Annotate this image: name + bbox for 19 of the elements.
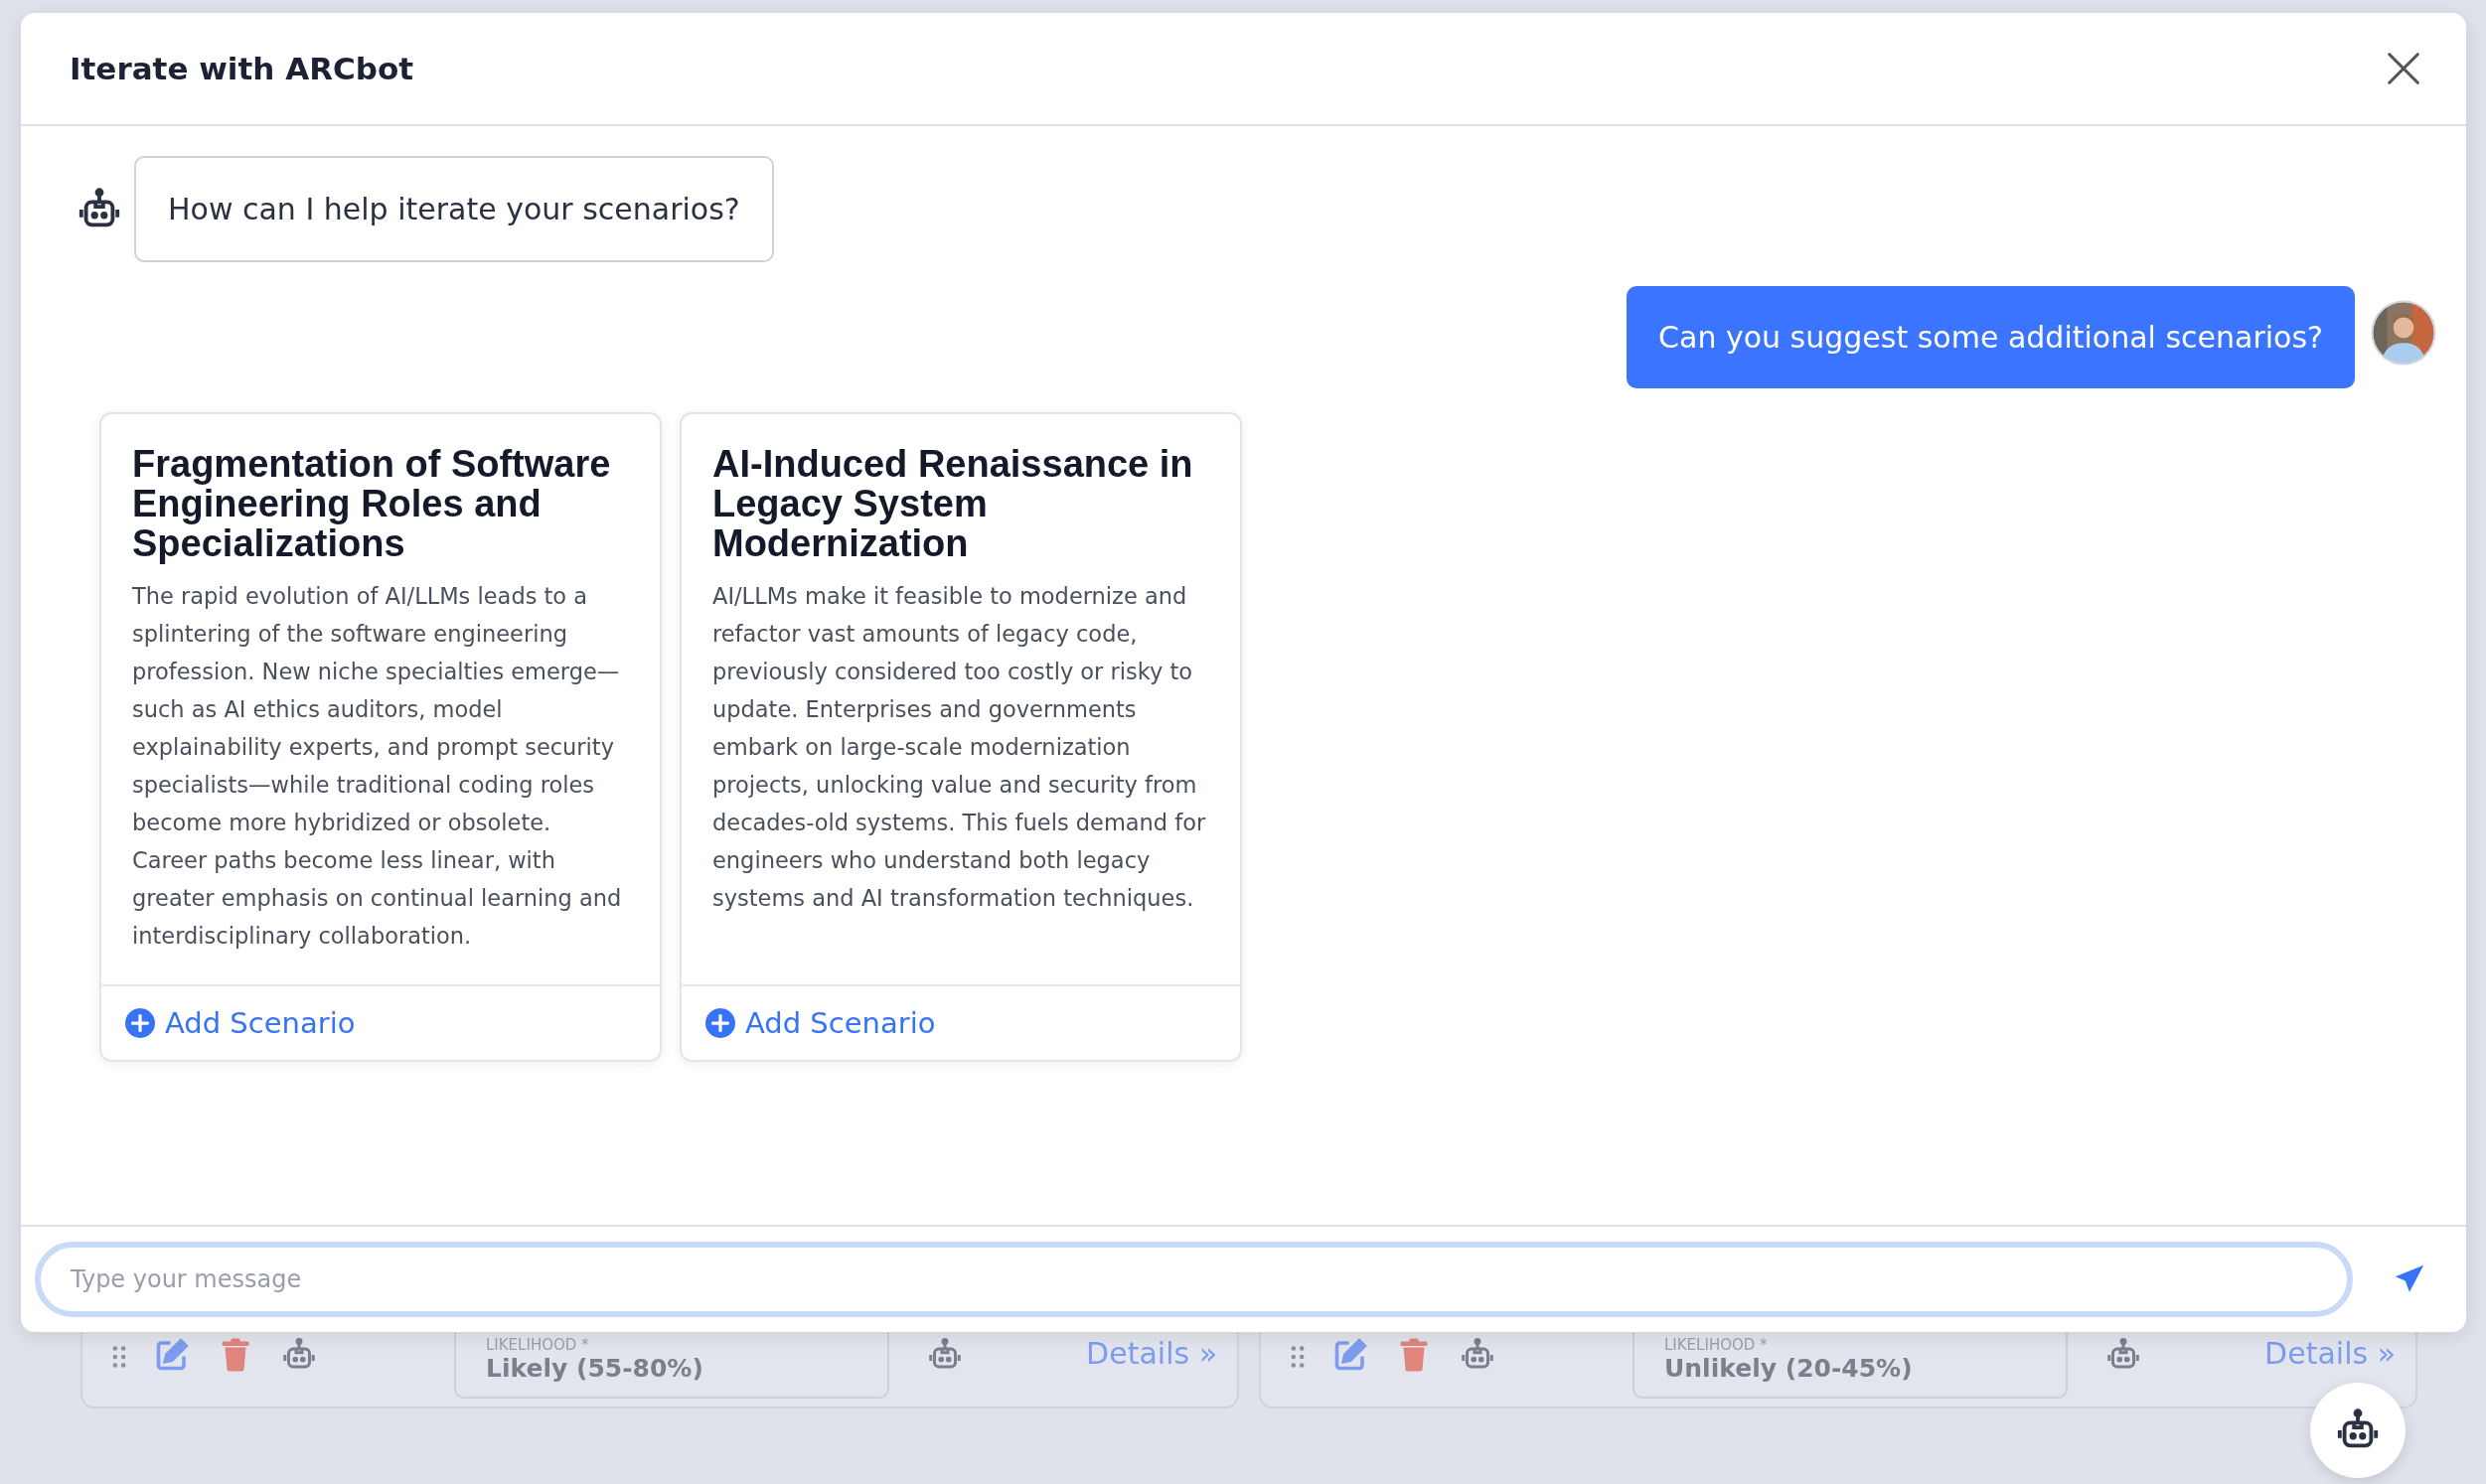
plus-icon [705, 1008, 735, 1038]
bot-message: How can I help iterate your scenarios? [134, 156, 774, 262]
drag-handle-icon[interactable] [1291, 1345, 1305, 1369]
scenario-title: Fragmentation of Software Engineering Roles and Specializations [132, 444, 612, 563]
add-scenario-button[interactable]: Add Scenario [125, 1006, 356, 1040]
user-message: Can you suggest some additional scenarios? [1627, 286, 2355, 388]
close-icon[interactable] [2385, 50, 2422, 87]
message-input[interactable]: Type your message [35, 1242, 2353, 1317]
scenario-description: AI/LLMs make it feasible to modernize and refactor vast amounts of legacy code, previously considered too costly or risky to update. Enterprises and governments embark on large-scale modernization projects, unlocking value and security from decades-old systems. This fuels demand for engineers who understand both legacy systems and AI transformation techniques. [712, 582, 1207, 913]
scenario-title: AI-Induced Renaissance in Legacy System Modernization [712, 444, 1194, 563]
details-link[interactable]: Details » [2264, 1336, 2396, 1371]
plus-icon [125, 1008, 155, 1038]
drag-handle-icon[interactable] [112, 1345, 126, 1369]
details-link[interactable]: Details » [1086, 1336, 1217, 1371]
scenario-description: The rapid evolution of AI/LLMs leads to a splintering of the software engineering profession. New niche specialties emerge—such as AI ethics auditors, model explainability experts, and prompt security specialists—while traditional coding roles become more hybridized or obsolete. Career paths become less linear, with greater emphasis on continual learning and interdisciplinary collaboration. [132, 582, 623, 951]
edit-icon[interactable] [154, 1337, 190, 1373]
add-scenario-button[interactable]: Add Scenario [705, 1006, 936, 1040]
edit-icon[interactable] [1332, 1337, 1368, 1373]
dialog-title: Iterate with ARCbot [70, 51, 414, 86]
